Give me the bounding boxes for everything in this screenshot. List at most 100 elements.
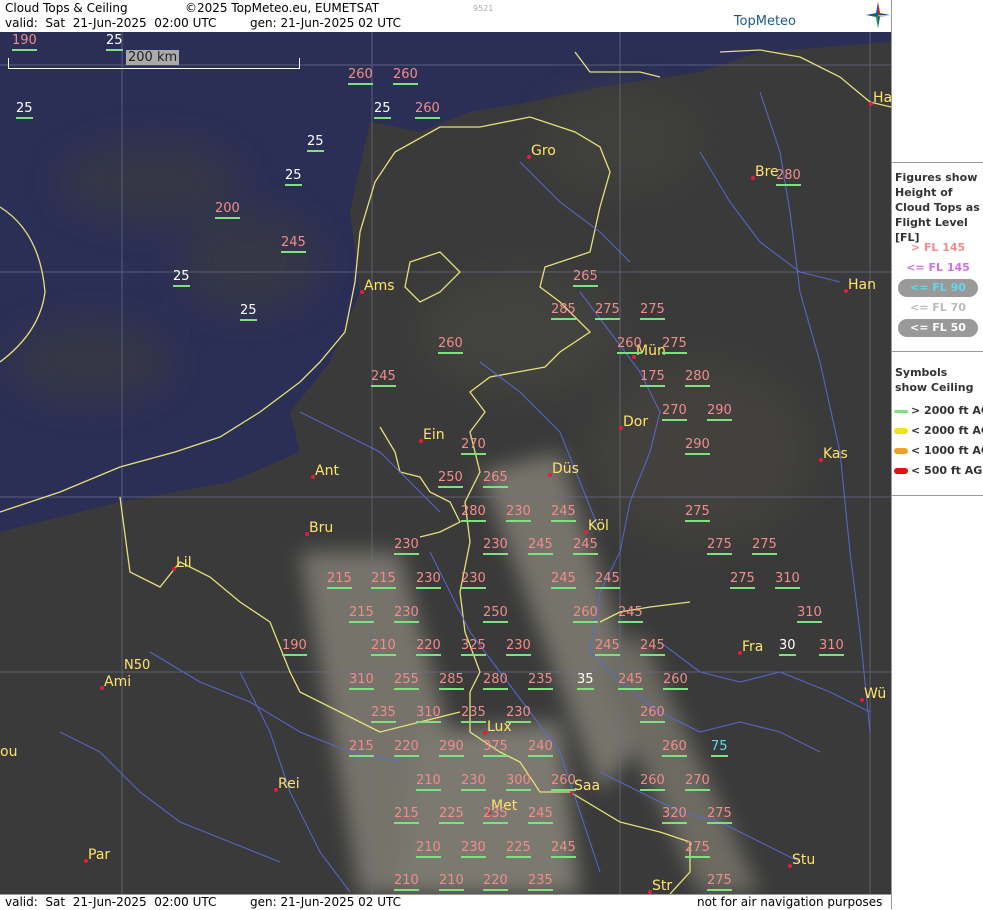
topmeteo-logo: TopMeteo bbox=[733, 14, 796, 29]
legend-level-5: <= FL 50 bbox=[898, 319, 978, 337]
value-label: 275 bbox=[685, 841, 710, 858]
city-rou: ou bbox=[0, 744, 18, 760]
value-label: 230 bbox=[394, 538, 419, 555]
value-label: 215 bbox=[371, 572, 396, 589]
value-label: 210 bbox=[416, 774, 441, 791]
value-label: 245 bbox=[551, 841, 576, 858]
symbols-title: Symbols show Ceiling bbox=[895, 366, 974, 394]
value-label: 220 bbox=[416, 639, 441, 656]
value-label: 280 bbox=[483, 673, 508, 690]
copyright-text: ©2025 TopMeteo.eu, EUMETSAT bbox=[185, 1, 380, 15]
value-label: 275 bbox=[730, 572, 755, 589]
symbol-under-500: < 500 ft AGL bbox=[894, 464, 983, 477]
city-dus: Düs bbox=[548, 461, 579, 477]
value-label: 265 bbox=[483, 471, 508, 488]
map-area[interactable]: 200 km N50 Gro Bre Ha Ams Han Mün Ein Do… bbox=[0, 32, 891, 894]
legend-level-4: <= FL 70 bbox=[910, 301, 966, 314]
value-label: 25 bbox=[16, 102, 33, 119]
value-label: 275 bbox=[707, 807, 732, 824]
value-label: 220 bbox=[394, 740, 419, 757]
value-label: 225 bbox=[506, 841, 531, 858]
footer-generated-time: gen: 21-Jun-2025 02 UTC bbox=[250, 895, 402, 909]
value-label: 245 bbox=[595, 572, 620, 589]
disclaimer: not for air navigation purposes bbox=[697, 895, 883, 909]
value-label: 215 bbox=[394, 807, 419, 824]
value-label: 250 bbox=[483, 606, 508, 623]
value-label: 210 bbox=[394, 874, 419, 891]
compass-icon bbox=[866, 2, 890, 32]
city-saa: Saa bbox=[570, 778, 600, 794]
scale-label: 200 km bbox=[126, 50, 180, 65]
legend-level-3: <= FL 90 bbox=[898, 279, 978, 297]
value-label: 230 bbox=[461, 841, 486, 858]
value-label: 190 bbox=[12, 34, 37, 51]
value-label: 275 bbox=[752, 538, 777, 555]
value-label: 275 bbox=[685, 505, 710, 522]
value-label: 230 bbox=[506, 639, 531, 656]
value-label: 230 bbox=[394, 606, 419, 623]
value-label: 245 bbox=[573, 538, 598, 555]
value-label: 260 bbox=[617, 337, 642, 354]
value-label: 235 bbox=[371, 706, 396, 723]
value-label: 245 bbox=[595, 639, 620, 656]
value-label: 270 bbox=[662, 404, 687, 421]
value-label: 260 bbox=[415, 102, 440, 119]
city-par: Par bbox=[84, 847, 110, 863]
value-label: 210 bbox=[371, 639, 396, 656]
value-label: 230 bbox=[461, 572, 486, 589]
value-label: 190 bbox=[282, 639, 307, 656]
city-gro: Gro bbox=[527, 143, 556, 159]
value-label: 290 bbox=[707, 404, 732, 421]
value-label: 245 bbox=[371, 370, 396, 387]
city-kas: Kas bbox=[819, 446, 848, 462]
value-label: 175 bbox=[640, 370, 665, 387]
value-label: 310 bbox=[349, 673, 374, 690]
value-label: 300 bbox=[506, 774, 531, 791]
value-label: 230 bbox=[506, 706, 531, 723]
city-bru: Bru bbox=[305, 520, 333, 536]
value-label: 25 bbox=[285, 169, 302, 186]
value-label: 260 bbox=[573, 606, 598, 623]
value-label: 25 bbox=[173, 270, 190, 287]
city-ant: Ant bbox=[311, 463, 339, 479]
header-bar: Cloud Tops & Ceiling ©2025 TopMeteo.eu, … bbox=[0, 0, 891, 33]
value-label: 200 bbox=[215, 202, 240, 219]
value-label: 235 bbox=[483, 807, 508, 824]
legend-title: Figures show Height of Cloud Tops as Fli… bbox=[895, 171, 980, 244]
legend-level-1: > FL 145 bbox=[910, 241, 966, 254]
value-label: 245 bbox=[618, 673, 643, 690]
symbol-under-1000: < 1000 ft AGL bbox=[894, 444, 983, 457]
latitude-label: N50 bbox=[124, 658, 151, 673]
value-label: 240 bbox=[528, 740, 553, 757]
value-label: 255 bbox=[394, 673, 419, 690]
image-code: 9521 bbox=[473, 4, 494, 13]
value-label: 25 bbox=[106, 34, 123, 51]
value-label: 230 bbox=[483, 538, 508, 555]
map-title: Cloud Tops & Ceiling bbox=[5, 1, 128, 15]
value-label: 320 bbox=[662, 807, 687, 824]
legend-panel: Figures show Height of Cloud Tops as Fli… bbox=[891, 0, 983, 909]
value-label: 270 bbox=[685, 774, 710, 791]
value-label: 290 bbox=[685, 438, 710, 455]
city-stu: Stu bbox=[788, 852, 815, 868]
value-label: 235 bbox=[528, 874, 553, 891]
city-ham: Ha bbox=[869, 90, 891, 106]
value-label: 245 bbox=[551, 505, 576, 522]
value-label: 210 bbox=[439, 874, 464, 891]
value-label: 25 bbox=[240, 304, 257, 321]
city-str: Str bbox=[648, 878, 672, 894]
value-label: 215 bbox=[327, 572, 352, 589]
value-label: 235 bbox=[461, 706, 486, 723]
value-label: 245 bbox=[528, 538, 553, 555]
city-ami: Ami bbox=[100, 674, 131, 690]
value-label: 285 bbox=[439, 673, 464, 690]
value-label: 290 bbox=[439, 740, 464, 757]
value-label: 275 bbox=[707, 874, 732, 891]
city-han: Han bbox=[844, 277, 876, 293]
value-label: 260 bbox=[348, 68, 373, 85]
symbol-under-2000: < 2000 ft AGL bbox=[894, 424, 983, 437]
value-label: 25 bbox=[307, 135, 324, 152]
value-label: 225 bbox=[439, 807, 464, 824]
value-label: 75 bbox=[711, 740, 728, 757]
value-label: 235 bbox=[528, 673, 553, 690]
